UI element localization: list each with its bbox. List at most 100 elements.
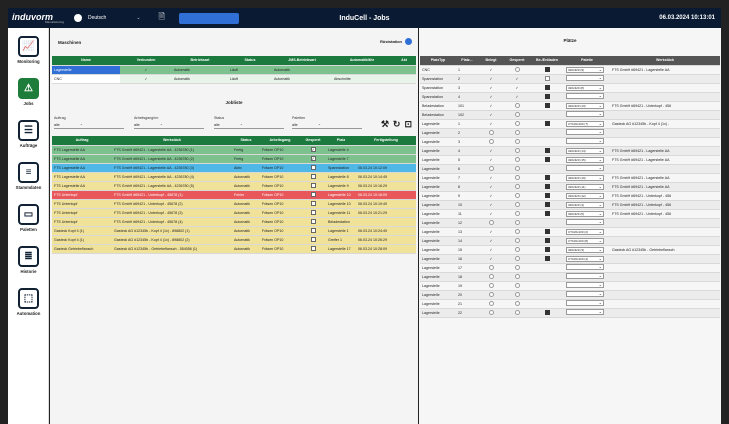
pallet-select[interactable]: 320x320 (9) bbox=[566, 66, 604, 73]
place-row[interactable]: Lagerstelle 19 bbox=[420, 281, 720, 291]
place-row[interactable]: Lagerstelle 12 bbox=[420, 218, 720, 228]
locked-checkbox[interactable] bbox=[310, 182, 316, 188]
column-header[interactable]: Gesperrt bbox=[300, 136, 326, 146]
pallet-select[interactable]: 320x320 (8) bbox=[566, 84, 604, 91]
load-toggle-icon[interactable] bbox=[544, 93, 550, 99]
column-header[interactable]: Werkstück bbox=[112, 136, 232, 146]
empty-dot-icon[interactable] bbox=[488, 264, 494, 270]
pallet-select[interactable]: CT100x100 (7) bbox=[566, 120, 604, 127]
empty-dot-icon[interactable] bbox=[514, 138, 520, 144]
job-row[interactable]: FTS Lagerstelle AA FTS GmbH #69421 - Lage… bbox=[52, 172, 416, 182]
nav-item-aufträge[interactable]: ☰ Aufträge bbox=[8, 120, 49, 148]
empty-dot-icon[interactable] bbox=[514, 264, 520, 270]
load-toggle-icon[interactable] bbox=[544, 102, 550, 108]
place-row[interactable]: Lagerstelle 2 bbox=[420, 128, 720, 138]
place-row[interactable]: Lagerstelle4 ✓ 320x320 (14) FTS GmbH #69421… bbox=[420, 146, 720, 156]
job-row[interactable]: FTS Lagerstelle AA FTS GmbH #69421 - Lage… bbox=[52, 145, 416, 155]
place-row[interactable]: Lagerstelle5 ✓ 320x320 (15) FTS GmbH #69421… bbox=[420, 155, 720, 165]
machine-row[interactable]: Lagerstelle ✓ Automatik Läuft Automatik bbox=[52, 65, 416, 75]
empty-dot-icon[interactable] bbox=[514, 201, 520, 207]
empty-dot-icon[interactable] bbox=[514, 183, 520, 189]
place-row[interactable]: Spannstation 3 ✓ ✓ 320x320 (8) bbox=[420, 83, 720, 93]
load-toggle-icon[interactable] bbox=[544, 237, 550, 243]
document-icon[interactable]: 🗎 bbox=[159, 11, 165, 25]
empty-dot-icon[interactable] bbox=[514, 66, 520, 72]
pallet-select[interactable]: 320x320 (11) bbox=[566, 183, 604, 190]
empty-dot-icon[interactable] bbox=[514, 174, 520, 180]
place-row[interactable]: Lagerstelle11 ✓ 320x320 (5) FTS GmbH #69421… bbox=[420, 209, 720, 219]
job-row[interactable]: FTS Lagerstelle AA FTS GmbH #69421 - Lage… bbox=[52, 181, 416, 191]
place-row[interactable]: Spannstation 2 ✓ ✓ bbox=[420, 74, 720, 84]
empty-dot-icon[interactable] bbox=[514, 156, 520, 162]
check-icon[interactable]: ✓ bbox=[489, 203, 492, 207]
column-header[interactable]: Status bbox=[232, 136, 260, 146]
column-header[interactable]: Werkstück bbox=[610, 56, 720, 66]
job-row[interactable]: FTS Lagerstelle AA FTS GmbH #69421 - Lage… bbox=[52, 154, 416, 164]
empty-dot-icon[interactable] bbox=[514, 210, 520, 216]
check-icon[interactable]: ✓ bbox=[489, 149, 492, 153]
place-row[interactable]: Lagerstelle8 ✓ 320x320 (11) FTS GmbH #69421… bbox=[420, 182, 720, 192]
load-toggle-icon[interactable] bbox=[544, 246, 550, 252]
job-row[interactable]: FTS Lagerstelle AA FTS GmbH #69421 - Lage… bbox=[52, 163, 416, 173]
empty-dot-icon[interactable] bbox=[514, 255, 520, 261]
place-row[interactable]: CNC1 ✓ 320x320 (9) FTS GmbH #69421 - Lagers… bbox=[420, 65, 720, 75]
empty-dot-icon[interactable] bbox=[514, 228, 520, 234]
action-button[interactable] bbox=[178, 12, 239, 24]
filter-select[interactable]: alle ⌄ bbox=[292, 122, 362, 129]
pallet-select[interactable] bbox=[566, 75, 604, 81]
check-icon[interactable]: ✓ bbox=[489, 212, 492, 216]
check-icon[interactable]: ✓ bbox=[489, 104, 492, 108]
empty-dot-icon[interactable] bbox=[488, 300, 494, 306]
pallet-select[interactable] bbox=[566, 93, 604, 99]
empty-dot-icon[interactable] bbox=[514, 120, 520, 126]
export-icon[interactable]: ⊡ bbox=[404, 119, 412, 130]
place-row[interactable]: Lagerstelle 6 bbox=[420, 164, 720, 174]
locked-checkbox[interactable] bbox=[310, 227, 316, 233]
locked-checkbox[interactable] bbox=[310, 173, 316, 179]
empty-dot-icon[interactable] bbox=[514, 291, 520, 297]
load-toggle-icon[interactable] bbox=[544, 228, 550, 234]
load-toggle-icon[interactable] bbox=[544, 156, 550, 162]
nav-item-automation[interactable]: ⬚ Automation bbox=[8, 288, 49, 316]
filter-select[interactable]: alle ⌄ bbox=[214, 122, 284, 129]
locked-checkbox[interactable] bbox=[310, 218, 316, 224]
place-row[interactable]: Lagerstelle 16 ✓ CT100x100 (4) bbox=[420, 254, 720, 264]
pallet-select[interactable]: CT100x100 (8) bbox=[566, 237, 604, 244]
nav-item-stammdaten[interactable]: ≡ Stammdaten bbox=[8, 162, 49, 190]
locked-checkbox[interactable] bbox=[310, 209, 316, 215]
pallet-select[interactable]: 320x320 (13) bbox=[566, 102, 604, 109]
tools-icon[interactable]: ⚒ bbox=[381, 119, 389, 130]
pallet-select[interactable] bbox=[566, 165, 604, 171]
job-row[interactable]: Gasteck Kopf 4 (1) Gasteck AG #12345b - K… bbox=[52, 226, 416, 236]
empty-dot-icon[interactable] bbox=[488, 291, 494, 297]
check-icon[interactable]: ✓ bbox=[489, 122, 492, 126]
empty-dot-icon[interactable] bbox=[488, 273, 494, 279]
language-select[interactable]: Deutsch ⌄ bbox=[74, 14, 141, 22]
locked-checkbox[interactable] bbox=[310, 200, 316, 206]
empty-dot-icon[interactable] bbox=[514, 165, 520, 171]
empty-dot-icon[interactable] bbox=[514, 282, 520, 288]
job-row[interactable]: Gasteck Getriebeflansch Gasteck AG #12345… bbox=[52, 244, 416, 254]
pallet-select[interactable] bbox=[566, 309, 604, 315]
load-toggle-icon[interactable] bbox=[544, 75, 550, 81]
place-row[interactable]: Lagerstelle1 ✓ CT100x100 (7) Gasteck AG #12… bbox=[420, 119, 720, 129]
pallet-select[interactable]: 320x320 (10) bbox=[566, 174, 604, 181]
pallet-select[interactable]: CT100x100 (2) bbox=[566, 228, 604, 235]
check-icon[interactable]: ✓ bbox=[489, 158, 492, 162]
locked-checkbox[interactable] bbox=[310, 164, 316, 170]
empty-dot-icon[interactable] bbox=[514, 300, 520, 306]
empty-dot-icon[interactable] bbox=[488, 129, 494, 135]
job-row[interactable]: FTS Unterkopf FTS GmbH #69421 - Unterkopf… bbox=[52, 190, 416, 200]
load-toggle-icon[interactable] bbox=[544, 84, 550, 90]
pallet-select[interactable]: 320x320 (14) bbox=[566, 147, 604, 154]
pallet-select[interactable] bbox=[566, 138, 604, 144]
check-icon[interactable]: ✓ bbox=[489, 230, 492, 234]
pallet-select[interactable]: CT100x100 (4) bbox=[566, 255, 604, 262]
check-icon[interactable]: ✓ bbox=[515, 95, 518, 99]
nav-item-jobs[interactable]: ⚠ Jobs bbox=[8, 78, 49, 106]
pallet-select[interactable] bbox=[566, 111, 604, 117]
empty-dot-icon[interactable] bbox=[488, 165, 494, 171]
pallet-select[interactable]: 320x320 (3) bbox=[566, 246, 604, 253]
check-icon[interactable]: ✓ bbox=[489, 77, 492, 81]
check-icon[interactable]: ✓ bbox=[489, 113, 492, 117]
